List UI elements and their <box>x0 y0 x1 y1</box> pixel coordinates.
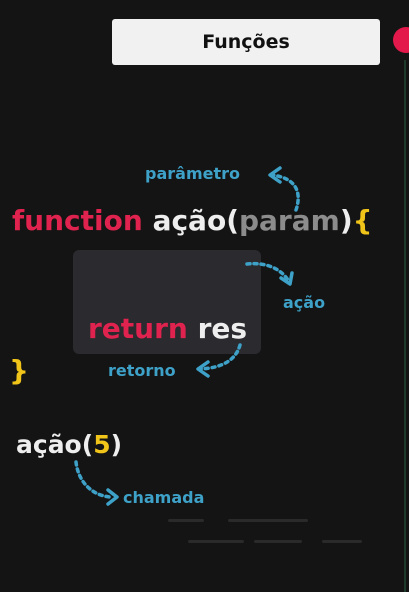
faint-line <box>254 540 302 543</box>
faint-line <box>188 540 244 543</box>
diagram-canvas: Funções function ação(param){ return res… <box>0 0 409 592</box>
annotation-arrows <box>74 166 300 506</box>
arrow-call <box>74 460 112 499</box>
faint-line <box>168 519 204 522</box>
faint-line <box>322 540 362 543</box>
faint-line <box>228 519 308 522</box>
